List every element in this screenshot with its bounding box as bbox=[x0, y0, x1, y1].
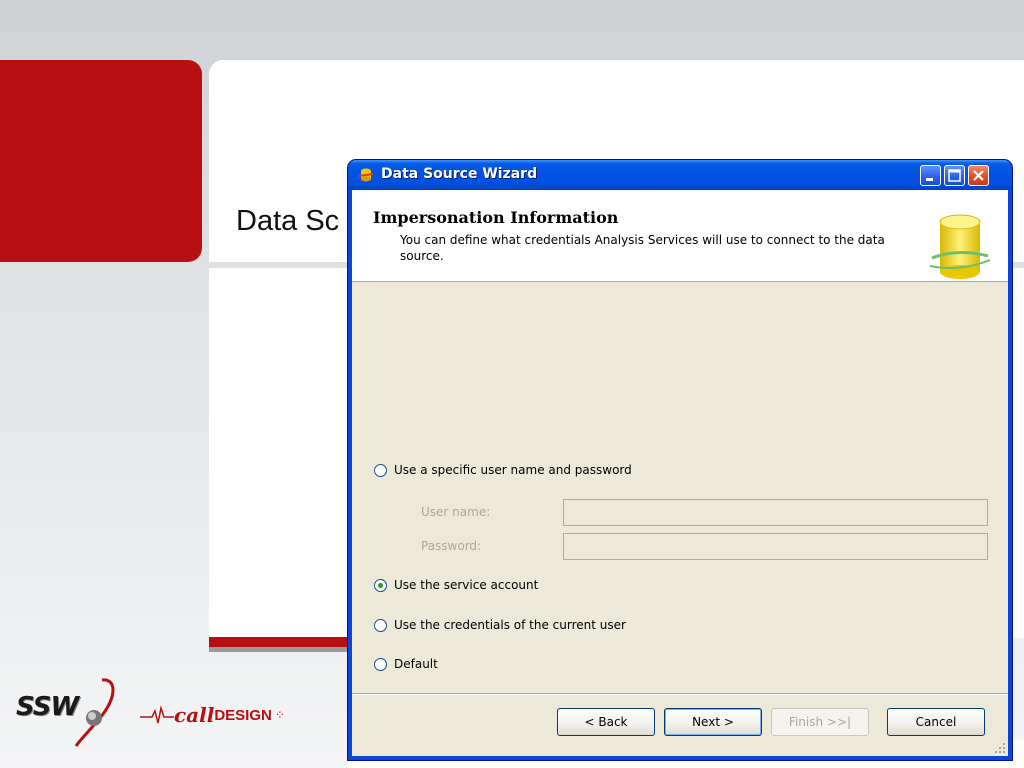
call-logo-text: call bbox=[174, 703, 215, 727]
radio-default-label: Default bbox=[394, 657, 438, 671]
wizard-page-description: You can define what credentials Analysis… bbox=[400, 233, 885, 263]
radio-specific-user-label: Use a specific user name and password bbox=[394, 463, 632, 477]
wizard-app-icon bbox=[358, 168, 374, 182]
resize-grip-icon[interactable] bbox=[994, 742, 1006, 754]
radio-default-circle[interactable] bbox=[374, 657, 387, 671]
slide-title: Data Sc bbox=[236, 205, 340, 237]
radio-specific-user-circle[interactable] bbox=[374, 463, 387, 477]
radio-service-account[interactable]: Use the service account bbox=[374, 578, 538, 592]
dialog-title: Data Source Wizard bbox=[381, 166, 538, 182]
calldesign-logo: call DESIGN ⁘ bbox=[140, 700, 285, 730]
ssw-logo: SSW bbox=[16, 676, 120, 748]
database-cylinder-icon bbox=[929, 214, 991, 279]
finish-button[interactable]: Finish >>| bbox=[771, 708, 869, 736]
dots-icon: ⁘ bbox=[274, 708, 285, 722]
password-label: Password: bbox=[421, 539, 482, 553]
maximize-icon bbox=[948, 169, 961, 182]
slide-red-rule bbox=[209, 637, 359, 647]
cancel-button[interactable]: Cancel bbox=[887, 708, 985, 736]
ssw-swoosh-icon bbox=[74, 678, 115, 747]
wizard-header: Impersonation Information You can define… bbox=[352, 190, 1008, 282]
next-button[interactable]: Next > bbox=[664, 708, 762, 736]
radio-current-user[interactable]: Use the credentials of the current user bbox=[374, 618, 626, 632]
dialog-client-area: Impersonation Information You can define… bbox=[352, 190, 1008, 756]
radio-current-user-circle[interactable] bbox=[374, 618, 387, 632]
radio-default[interactable]: Default bbox=[374, 657, 438, 671]
wizard-page-title: Impersonation Information bbox=[373, 208, 619, 227]
password-input[interactable] bbox=[563, 533, 988, 560]
ssw-logo-text: SSW bbox=[16, 692, 79, 722]
minimize-button[interactable] bbox=[920, 165, 941, 186]
close-icon bbox=[973, 170, 984, 181]
maximize-button[interactable] bbox=[944, 165, 965, 186]
radio-service-account-label: Use the service account bbox=[394, 578, 539, 592]
design-logo-text: DESIGN bbox=[214, 706, 272, 724]
pulse-icon bbox=[140, 705, 174, 724]
back-button[interactable]: < Back bbox=[557, 708, 655, 736]
username-label: User name: bbox=[421, 505, 491, 519]
minimize-icon bbox=[926, 178, 933, 181]
radio-specific-user[interactable]: Use a specific user name and password bbox=[374, 463, 632, 477]
username-input[interactable] bbox=[563, 499, 988, 526]
dialog-titlebar[interactable]: Data Source Wizard bbox=[348, 160, 1012, 190]
slide-red-accent bbox=[0, 60, 202, 262]
radio-current-user-label: Use the credentials of the current user bbox=[394, 618, 626, 632]
radio-service-account-circle[interactable] bbox=[374, 578, 387, 592]
footer-separator-highlight bbox=[352, 694, 1008, 695]
slide-grey-rule bbox=[209, 647, 359, 652]
close-button[interactable] bbox=[968, 165, 989, 186]
data-source-wizard-dialog: Data Source Wizard Impersonation Informa… bbox=[348, 160, 1012, 760]
